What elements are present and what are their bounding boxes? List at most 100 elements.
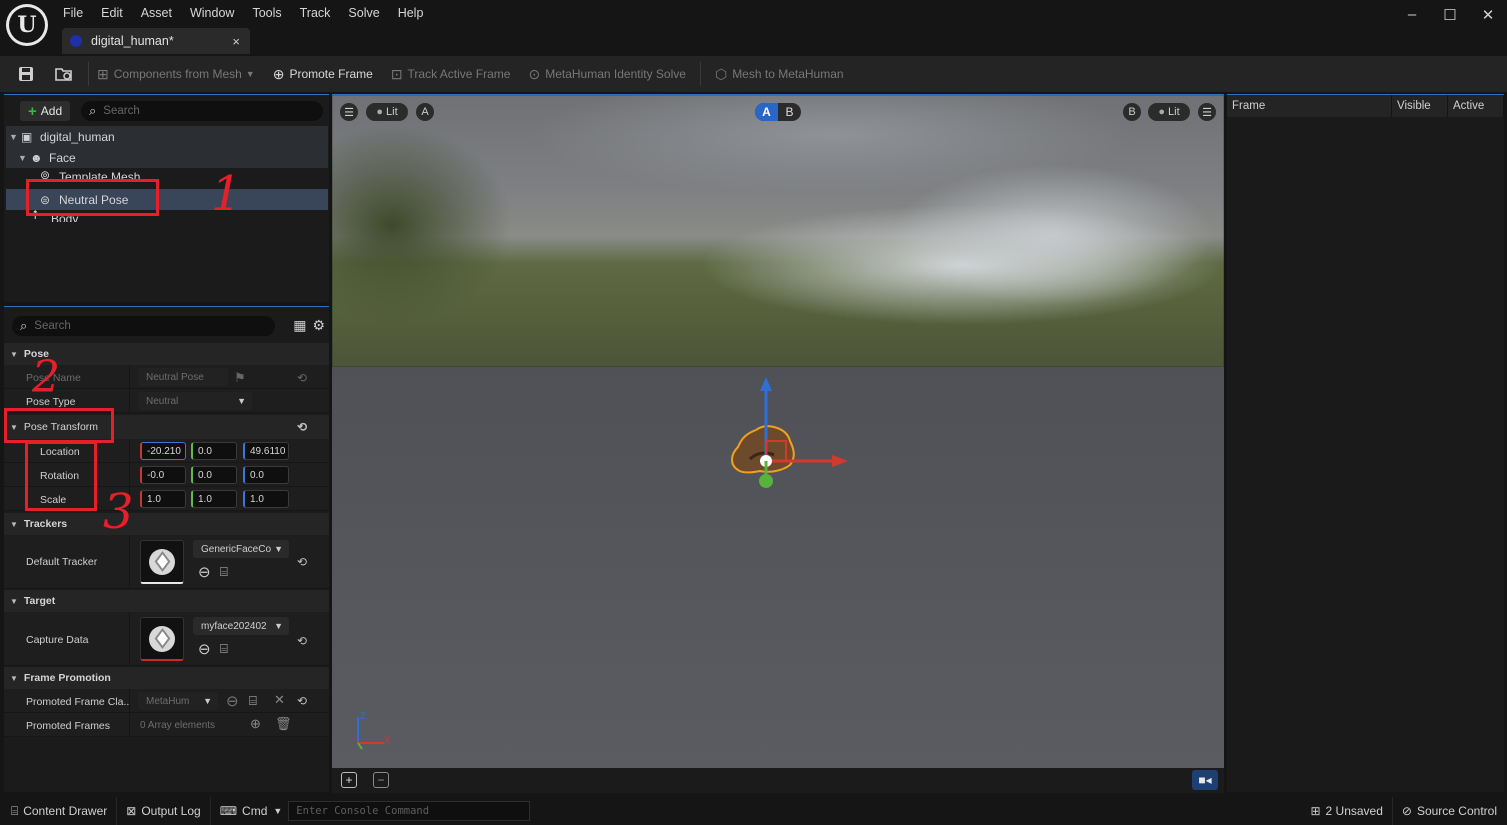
tracker-asset-value: GenericFaceCo xyxy=(201,543,272,555)
flag-icon[interactable]: ⚑ xyxy=(234,370,246,386)
reset-icon[interactable]: ⟲ xyxy=(297,371,307,385)
rotation-y-input[interactable]: 0.0 xyxy=(191,466,237,484)
scale-y-input[interactable]: 1.0 xyxy=(191,490,237,508)
view-mode-right-button[interactable]: ● Lit xyxy=(1148,103,1190,121)
collapse-arrow-icon: ▼ xyxy=(10,596,18,606)
chevron-down-icon: ▼ xyxy=(203,696,212,706)
toggle-b[interactable]: B xyxy=(778,103,801,121)
section-frame-promotion[interactable]: ▼ Frame Promotion xyxy=(4,667,329,689)
reset-icon[interactable]: ⟲ xyxy=(297,634,307,648)
expand-arrow-icon[interactable]: ▼ xyxy=(9,132,21,142)
unsaved-button[interactable]: ⊞ 2 Unsaved xyxy=(1301,797,1391,825)
identity-solve-label: MetaHuman Identity Solve xyxy=(545,67,686,81)
add-element-icon[interactable]: ⊕ xyxy=(250,716,261,732)
content-drawer-label: Content Drawer xyxy=(23,804,108,818)
remove-view-icon[interactable]: − xyxy=(373,772,389,788)
pose-type-dropdown[interactable]: Neutral ▼ xyxy=(138,392,252,410)
tree-item-digital-human[interactable]: ▼ ▣ digital_human xyxy=(6,126,328,147)
components-search-input[interactable]: ⌕ Search xyxy=(81,101,323,121)
cmd-dropdown[interactable]: ⌨ Cmd ▼ xyxy=(211,797,287,825)
tracker-thumbnail[interactable] xyxy=(140,540,184,584)
section-trackers[interactable]: ▼ Trackers xyxy=(4,513,329,535)
reset-icon[interactable]: ⟲ xyxy=(297,694,307,708)
save-icon[interactable] xyxy=(16,64,36,84)
solve-icon: ⊙ xyxy=(528,65,541,82)
pose-name-field[interactable]: Neutral Pose xyxy=(138,368,228,386)
close-tab-icon[interactable]: × xyxy=(232,34,240,49)
source-control-label: Source Control xyxy=(1416,804,1497,818)
view-mode-left-button[interactable]: ● Lit xyxy=(366,103,408,121)
use-selected-icon[interactable]: ⊖ xyxy=(226,692,239,710)
console-command-input[interactable]: Enter Console Command xyxy=(288,801,531,821)
reset-icon[interactable]: ⟲ xyxy=(297,420,307,434)
promote-frame-button[interactable]: ⊕ Promote Frame xyxy=(273,66,373,83)
trash-icon[interactable]: 🗑 xyxy=(275,716,292,732)
menu-asset[interactable]: Asset xyxy=(132,4,181,20)
viewport-menu-left-icon[interactable]: ☰ xyxy=(340,103,358,121)
track-active-frame-button[interactable]: ⊡ Track Active Frame xyxy=(391,66,511,83)
viewport[interactable]: ☰ ● Lit A A B B ● Lit ☰ Z X xyxy=(332,94,1224,768)
settings-gear-icon[interactable]: ⚙ xyxy=(312,317,325,334)
browse-asset-icon[interactable]: ⌸ xyxy=(220,641,228,657)
promoted-frame-class-dropdown[interactable]: MetaHum ▼ xyxy=(138,692,218,710)
use-selected-icon[interactable]: ⊖ xyxy=(198,563,211,581)
expand-arrow-icon[interactable]: ▼ xyxy=(18,153,30,163)
clear-icon[interactable]: ✕ xyxy=(274,692,285,708)
reset-icon[interactable]: ⟲ xyxy=(297,555,307,569)
track-icon: ⊡ xyxy=(390,65,403,82)
tree-item-face[interactable]: ▼ ☻ Face xyxy=(6,147,328,168)
tracker-asset-dropdown[interactable]: GenericFaceCo ▼ xyxy=(193,540,289,558)
scale-x-input[interactable]: 1.0 xyxy=(140,490,186,508)
rotation-x-input[interactable]: -0.0 xyxy=(140,466,186,484)
content-drawer-button[interactable]: ⌸ Content Drawer xyxy=(2,797,116,825)
menu-window[interactable]: Window xyxy=(181,4,243,20)
maximize-button[interactable]: ☐ xyxy=(1431,6,1469,24)
viewport-menu-right-icon[interactable]: ☰ xyxy=(1198,103,1216,121)
section-target[interactable]: ▼ Target xyxy=(4,590,329,612)
table-view-icon[interactable]: ▦ xyxy=(293,317,306,334)
column-active[interactable]: Active xyxy=(1448,95,1504,117)
menu-solve[interactable]: Solve xyxy=(339,4,388,20)
promote-frame-label: Promote Frame xyxy=(289,67,373,81)
location-y-input[interactable]: 0.0 xyxy=(191,442,237,460)
rotation-z-input[interactable]: 0.0 xyxy=(243,466,289,484)
promoted-frame-class-label: Promoted Frame Cla.. xyxy=(26,696,130,708)
identity-solve-button[interactable]: ⊙ MetaHuman Identity Solve xyxy=(528,66,685,83)
menu-track[interactable]: Track xyxy=(291,4,340,20)
annotation-box-neutral-pose xyxy=(26,179,159,216)
scale-z-input[interactable]: 1.0 xyxy=(243,490,289,508)
view-b-button[interactable]: B xyxy=(1123,103,1141,121)
browse-to-asset-icon[interactable] xyxy=(54,64,74,84)
menu-edit[interactable]: Edit xyxy=(92,4,132,20)
annotation-number-1: 1 xyxy=(211,166,242,222)
browse-asset-icon[interactable]: ⌸ xyxy=(249,693,257,709)
transform-gizmo[interactable] xyxy=(716,375,856,495)
column-frame[interactable]: Frame xyxy=(1227,95,1392,117)
lit-sphere-icon: ● xyxy=(376,106,384,118)
toggle-a[interactable]: A xyxy=(755,103,778,121)
document-tab[interactable]: digital_human* × xyxy=(62,28,250,54)
mesh-to-metahuman-button[interactable]: ⬡ Mesh to MetaHuman xyxy=(715,66,844,83)
output-log-button[interactable]: ⊠ Output Log xyxy=(117,797,209,825)
menu-help[interactable]: Help xyxy=(389,4,433,20)
components-from-mesh-button[interactable]: ⊞ Components from Mesh ▼ xyxy=(97,66,255,83)
add-component-button[interactable]: + Add xyxy=(20,101,71,121)
close-window-button[interactable]: ✕ xyxy=(1469,6,1507,24)
source-control-button[interactable]: ⊘ Source Control xyxy=(1393,797,1507,825)
location-x-input[interactable]: -20.210 xyxy=(140,442,186,460)
capture-data-thumbnail[interactable] xyxy=(140,617,184,661)
menu-file[interactable]: File xyxy=(54,4,92,20)
unreal-logo-icon[interactable]: U xyxy=(6,4,48,46)
browse-asset-icon[interactable]: ⌸ xyxy=(220,564,228,580)
location-z-input[interactable]: 49.6110 xyxy=(243,442,289,460)
ab-compare-toggle[interactable]: A B xyxy=(755,103,801,121)
column-visible[interactable]: Visible xyxy=(1392,95,1448,117)
details-search-input[interactable]: ⌕ Search xyxy=(12,316,275,336)
capture-data-dropdown[interactable]: myface202402 ▼ xyxy=(193,617,289,635)
view-a-button[interactable]: A xyxy=(416,103,434,121)
menu-tools[interactable]: Tools xyxy=(243,4,290,20)
camera-icon[interactable]: ■◂ xyxy=(1192,770,1218,790)
add-view-icon[interactable]: + xyxy=(341,772,357,788)
use-selected-icon[interactable]: ⊖ xyxy=(198,640,211,658)
minimize-button[interactable]: – xyxy=(1393,6,1431,24)
